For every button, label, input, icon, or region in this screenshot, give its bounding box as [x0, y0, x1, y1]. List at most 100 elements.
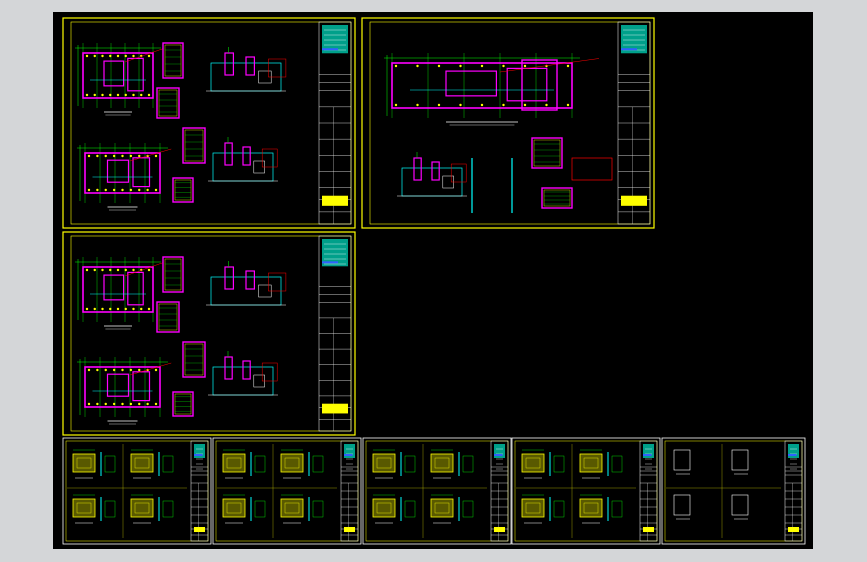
column-dot	[545, 103, 548, 107]
column-dot	[87, 368, 91, 372]
column-dot	[566, 64, 570, 68]
column-dot	[459, 103, 462, 107]
title-block-bar	[194, 454, 203, 456]
column-detail	[280, 453, 304, 473]
title-block-stamp	[194, 527, 205, 532]
title-block-stamp	[344, 527, 355, 532]
column-dot	[566, 103, 570, 107]
column-dot	[140, 93, 143, 97]
column-detail	[130, 498, 154, 518]
column-dot	[502, 64, 505, 68]
column-dot	[124, 268, 127, 272]
column-dot	[109, 54, 112, 58]
column-dot	[87, 188, 91, 192]
column-dot	[394, 103, 398, 107]
column-dot	[112, 188, 116, 192]
column-detail	[130, 453, 154, 473]
column-dot	[124, 307, 127, 311]
column-dot	[147, 268, 151, 272]
title-block-stamp	[643, 527, 654, 532]
column-dot	[109, 268, 112, 272]
column-dot	[85, 54, 89, 58]
column-dot	[121, 402, 124, 406]
column-dot	[104, 402, 107, 406]
column-dot	[480, 103, 484, 107]
column-dot	[116, 307, 120, 311]
title-block-stamp	[788, 527, 799, 532]
column-dot	[138, 188, 141, 192]
column-dot	[154, 154, 158, 158]
column-detail	[579, 498, 603, 518]
column-dot	[129, 368, 133, 372]
column-dot	[101, 93, 104, 97]
column-dot	[146, 402, 149, 406]
column-detail	[222, 453, 246, 473]
column-detail	[430, 453, 454, 473]
column-dot	[437, 64, 441, 68]
column-dot	[480, 64, 484, 68]
column-dot	[121, 188, 124, 192]
column-dot	[101, 307, 104, 311]
column-dot	[93, 54, 96, 58]
column-dot	[147, 54, 151, 58]
column-dot	[129, 154, 133, 158]
column-detail	[521, 453, 545, 473]
column-dot	[116, 54, 120, 58]
column-dot	[132, 93, 135, 97]
column-detail	[579, 453, 603, 473]
column-dot	[93, 307, 96, 311]
column-dot	[138, 368, 141, 372]
drawing-canvas[interactable]	[53, 12, 813, 549]
column-dot	[437, 103, 441, 107]
column-dot	[121, 154, 124, 158]
title-block-stamp	[621, 195, 647, 206]
column-dot	[129, 402, 133, 406]
column-dot	[523, 64, 527, 68]
column-dot	[96, 154, 99, 158]
column-dot	[109, 307, 112, 311]
title-block-bar	[322, 48, 338, 51]
column-detail	[372, 498, 396, 518]
column-dot	[124, 54, 127, 58]
title-block-bar	[494, 454, 503, 456]
column-dot	[416, 103, 419, 107]
column-dot	[109, 93, 112, 97]
column-dot	[154, 368, 158, 372]
column-dot	[124, 93, 127, 97]
column-dot	[132, 54, 135, 58]
column-dot	[93, 268, 96, 272]
column-dot	[459, 64, 462, 68]
column-dot	[502, 103, 505, 107]
column-dot	[87, 154, 91, 158]
title-block-bar	[788, 454, 797, 456]
column-dot	[85, 93, 89, 97]
column-dot	[96, 402, 99, 406]
column-dot	[96, 368, 99, 372]
column-detail	[280, 498, 304, 518]
column-dot	[104, 368, 107, 372]
title-block-stamp	[494, 527, 505, 532]
column-dot	[147, 307, 151, 311]
title-block-bar	[322, 261, 338, 264]
column-dot	[87, 402, 91, 406]
column-dot	[93, 93, 96, 97]
column-detail	[72, 498, 96, 518]
title-block-bar	[643, 454, 652, 456]
column-dot	[154, 402, 158, 406]
column-dot	[116, 93, 120, 97]
column-detail	[222, 498, 246, 518]
title-block-stamp	[322, 195, 348, 206]
column-dot	[101, 54, 104, 58]
column-dot	[147, 93, 151, 97]
column-dot	[129, 188, 133, 192]
cad-drawing-svg[interactable]	[53, 12, 813, 549]
column-dot	[116, 268, 120, 272]
column-detail	[430, 498, 454, 518]
column-dot	[104, 188, 107, 192]
title-block-bar	[621, 48, 637, 51]
column-dot	[140, 307, 143, 311]
column-dot	[416, 64, 419, 68]
column-dot	[85, 268, 89, 272]
column-dot	[104, 154, 107, 158]
column-dot	[138, 402, 141, 406]
